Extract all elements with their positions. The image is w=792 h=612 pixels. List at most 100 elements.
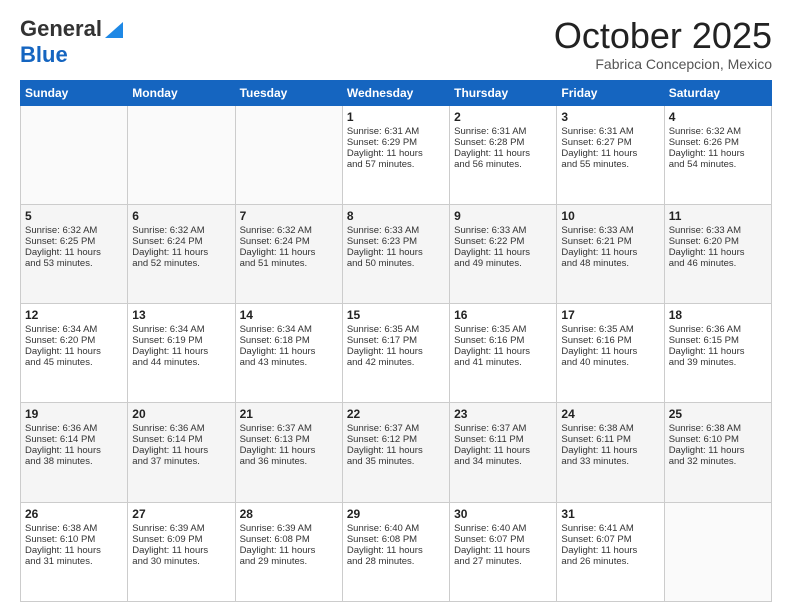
- day-info: Daylight: 11 hours: [561, 148, 659, 159]
- logo-triangle-icon: [105, 22, 123, 38]
- day-info: Daylight: 11 hours: [25, 445, 123, 456]
- day-info: and 44 minutes.: [132, 357, 230, 368]
- day-info: Daylight: 11 hours: [25, 247, 123, 258]
- day-info: Daylight: 11 hours: [347, 445, 445, 456]
- day-info: Sunrise: 6:36 AM: [25, 423, 123, 434]
- day-number: 23: [454, 407, 552, 421]
- day-info: Sunrise: 6:34 AM: [25, 324, 123, 335]
- day-info: Sunrise: 6:34 AM: [240, 324, 338, 335]
- calendar-cell: 19Sunrise: 6:36 AMSunset: 6:14 PMDayligh…: [21, 403, 128, 502]
- day-number: 14: [240, 308, 338, 322]
- day-info: and 53 minutes.: [25, 258, 123, 269]
- day-info: and 43 minutes.: [240, 357, 338, 368]
- day-info: Sunset: 6:21 PM: [561, 236, 659, 247]
- calendar-header-row: Sunday Monday Tuesday Wednesday Thursday…: [21, 80, 772, 105]
- day-number: 12: [25, 308, 123, 322]
- day-info: Sunrise: 6:38 AM: [25, 523, 123, 534]
- day-number: 7: [240, 209, 338, 223]
- day-info: Sunset: 6:26 PM: [669, 137, 767, 148]
- day-number: 4: [669, 110, 767, 124]
- page: General Blue October 2025 Fabrica Concep…: [0, 0, 792, 612]
- day-info: Daylight: 11 hours: [240, 346, 338, 357]
- day-info: Sunset: 6:15 PM: [669, 335, 767, 346]
- col-thursday: Thursday: [450, 80, 557, 105]
- day-info: Sunrise: 6:38 AM: [561, 423, 659, 434]
- day-info: and 40 minutes.: [561, 357, 659, 368]
- col-sunday: Sunday: [21, 80, 128, 105]
- day-info: and 56 minutes.: [454, 159, 552, 170]
- day-info: Sunset: 6:14 PM: [132, 434, 230, 445]
- day-info: Sunset: 6:10 PM: [669, 434, 767, 445]
- day-info: Sunrise: 6:35 AM: [347, 324, 445, 335]
- day-info: Sunrise: 6:40 AM: [454, 523, 552, 534]
- day-number: 27: [132, 507, 230, 521]
- day-info: Daylight: 11 hours: [669, 247, 767, 258]
- day-info: and 48 minutes.: [561, 258, 659, 269]
- calendar-cell: 8Sunrise: 6:33 AMSunset: 6:23 PMDaylight…: [342, 204, 449, 303]
- day-info: Sunset: 6:12 PM: [347, 434, 445, 445]
- day-info: Sunrise: 6:38 AM: [669, 423, 767, 434]
- day-number: 20: [132, 407, 230, 421]
- day-number: 16: [454, 308, 552, 322]
- day-info: Sunset: 6:27 PM: [561, 137, 659, 148]
- day-info: Daylight: 11 hours: [347, 247, 445, 258]
- day-number: 9: [454, 209, 552, 223]
- day-info: Sunrise: 6:39 AM: [132, 523, 230, 534]
- day-info: Sunrise: 6:37 AM: [347, 423, 445, 434]
- calendar-cell: 7Sunrise: 6:32 AMSunset: 6:24 PMDaylight…: [235, 204, 342, 303]
- day-info: Sunset: 6:09 PM: [132, 534, 230, 545]
- calendar-cell: 14Sunrise: 6:34 AMSunset: 6:18 PMDayligh…: [235, 304, 342, 403]
- day-info: Sunset: 6:16 PM: [454, 335, 552, 346]
- day-info: Sunset: 6:28 PM: [454, 137, 552, 148]
- calendar-cell: 10Sunrise: 6:33 AMSunset: 6:21 PMDayligh…: [557, 204, 664, 303]
- day-info: Sunrise: 6:40 AM: [347, 523, 445, 534]
- day-info: Sunset: 6:17 PM: [347, 335, 445, 346]
- calendar-cell: 21Sunrise: 6:37 AMSunset: 6:13 PMDayligh…: [235, 403, 342, 502]
- day-info: Sunset: 6:19 PM: [132, 335, 230, 346]
- day-info: Sunset: 6:22 PM: [454, 236, 552, 247]
- day-number: 13: [132, 308, 230, 322]
- calendar-cell: 2Sunrise: 6:31 AMSunset: 6:28 PMDaylight…: [450, 105, 557, 204]
- day-info: Sunrise: 6:36 AM: [132, 423, 230, 434]
- day-info: Daylight: 11 hours: [347, 346, 445, 357]
- day-info: and 27 minutes.: [454, 556, 552, 567]
- col-monday: Monday: [128, 80, 235, 105]
- day-info: Sunset: 6:10 PM: [25, 534, 123, 545]
- day-info: Sunrise: 6:32 AM: [669, 126, 767, 137]
- day-info: Sunrise: 6:31 AM: [561, 126, 659, 137]
- day-info: Daylight: 11 hours: [25, 545, 123, 556]
- day-info: Daylight: 11 hours: [132, 445, 230, 456]
- day-info: Sunrise: 6:36 AM: [669, 324, 767, 335]
- day-info: Daylight: 11 hours: [240, 247, 338, 258]
- day-info: Daylight: 11 hours: [132, 247, 230, 258]
- day-info: and 39 minutes.: [669, 357, 767, 368]
- logo: General Blue: [20, 16, 123, 68]
- day-number: 1: [347, 110, 445, 124]
- day-number: 29: [347, 507, 445, 521]
- day-info: Daylight: 11 hours: [561, 247, 659, 258]
- logo-general-text: General: [20, 16, 102, 42]
- day-number: 26: [25, 507, 123, 521]
- day-info: and 41 minutes.: [454, 357, 552, 368]
- calendar-cell: 13Sunrise: 6:34 AMSunset: 6:19 PMDayligh…: [128, 304, 235, 403]
- day-info: and 32 minutes.: [669, 456, 767, 467]
- day-info: and 28 minutes.: [347, 556, 445, 567]
- calendar-cell: 6Sunrise: 6:32 AMSunset: 6:24 PMDaylight…: [128, 204, 235, 303]
- calendar-cell: 23Sunrise: 6:37 AMSunset: 6:11 PMDayligh…: [450, 403, 557, 502]
- day-info: Sunset: 6:11 PM: [561, 434, 659, 445]
- day-info: Sunset: 6:08 PM: [240, 534, 338, 545]
- day-info: Sunrise: 6:32 AM: [132, 225, 230, 236]
- day-info: and 50 minutes.: [347, 258, 445, 269]
- calendar-cell: 4Sunrise: 6:32 AMSunset: 6:26 PMDaylight…: [664, 105, 771, 204]
- calendar-cell: 9Sunrise: 6:33 AMSunset: 6:22 PMDaylight…: [450, 204, 557, 303]
- day-info: and 52 minutes.: [132, 258, 230, 269]
- day-number: 24: [561, 407, 659, 421]
- logo-blue-text: Blue: [20, 42, 68, 67]
- day-info: Sunset: 6:20 PM: [25, 335, 123, 346]
- day-info: Sunset: 6:07 PM: [454, 534, 552, 545]
- day-info: Sunset: 6:16 PM: [561, 335, 659, 346]
- day-info: Daylight: 11 hours: [454, 545, 552, 556]
- calendar-cell: 29Sunrise: 6:40 AMSunset: 6:08 PMDayligh…: [342, 502, 449, 601]
- day-info: Daylight: 11 hours: [669, 346, 767, 357]
- calendar-cell: 15Sunrise: 6:35 AMSunset: 6:17 PMDayligh…: [342, 304, 449, 403]
